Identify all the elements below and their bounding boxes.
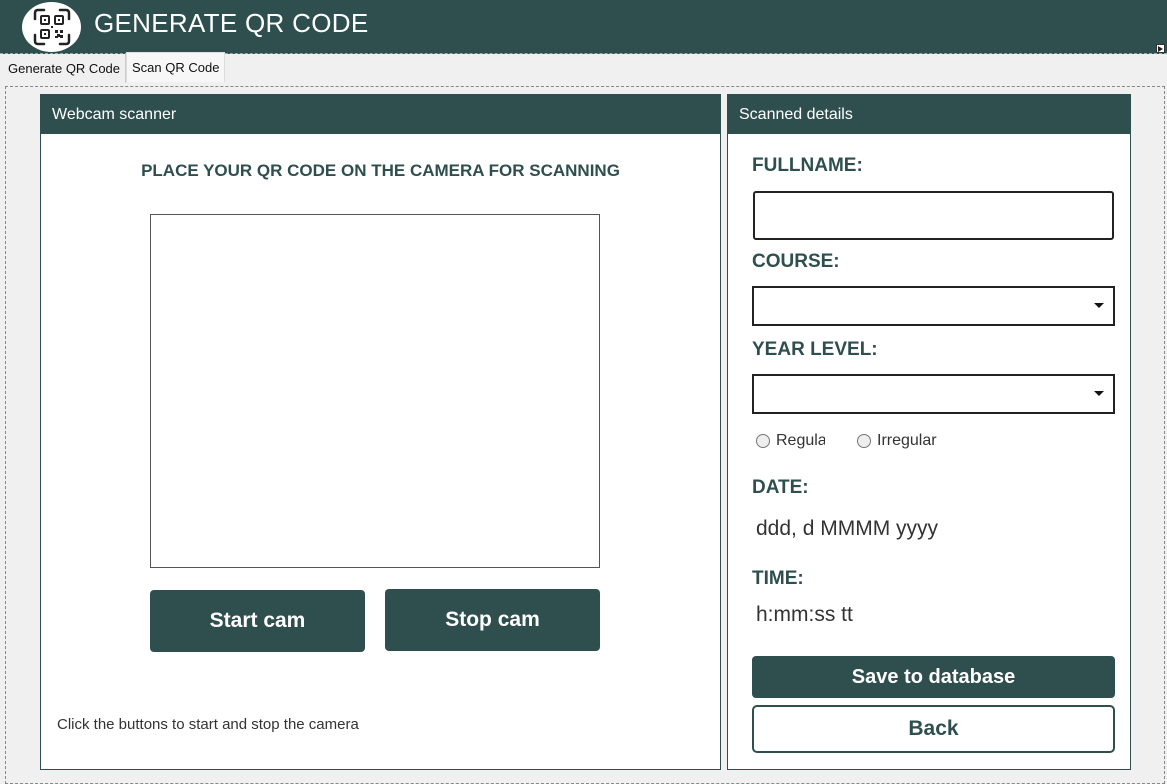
date-label: DATE: [752, 477, 809, 498]
webcam-preview [150, 214, 600, 568]
tab-strip: Generate QR Code Scan QR Code [3, 52, 226, 84]
scroll-right-icon[interactable] [1156, 44, 1165, 53]
camera-hint-text: Click the buttons to start and stop the … [57, 716, 359, 733]
time-value: h:mm:ss tt [756, 603, 853, 626]
webcam-scanner-panel: Webcam scanner PLACE YOUR QR CODE ON THE… [40, 94, 721, 770]
tab-scan-qr-code[interactable]: Scan QR Code [126, 52, 226, 82]
time-label: TIME: [752, 568, 804, 589]
radio-circle-icon [756, 434, 770, 448]
date-value: ddd, d MMMM yyyy [756, 517, 939, 540]
start-cam-button[interactable]: Start cam [150, 590, 365, 652]
tab-generate-qr-code[interactable]: Generate QR Code [3, 54, 127, 83]
webcam-panel-header: Webcam scanner [41, 95, 720, 134]
radio-irregular[interactable]: Irregular [857, 432, 937, 450]
save-to-database-button[interactable]: Save to database [752, 656, 1115, 698]
radio-circle-icon [857, 434, 871, 448]
fullname-field[interactable] [753, 191, 1114, 240]
course-select[interactable] [752, 286, 1115, 326]
chevron-down-icon [1094, 303, 1104, 308]
back-button[interactable]: Back [752, 705, 1115, 753]
title-bar: GENERATE QR CODE [0, 0, 1167, 54]
year-level-select[interactable] [752, 374, 1115, 414]
qr-code-icon [22, 2, 81, 52]
radio-regular-label: Regular [776, 432, 825, 449]
scan-instruction: PLACE YOUR QR CODE ON THE CAMERA FOR SCA… [141, 161, 620, 180]
radio-regular[interactable]: Regular [756, 432, 825, 450]
stop-cam-button[interactable]: Stop cam [385, 589, 600, 651]
scanned-details-panel: Scanned details FULLNAME: COURSE: YEAR L… [727, 94, 1131, 770]
year-level-label: YEAR LEVEL: [752, 339, 878, 360]
app-title: GENERATE QR CODE [94, 8, 369, 38]
fullname-label: FULLNAME: [752, 155, 863, 176]
chevron-down-icon [1094, 391, 1104, 396]
course-label: COURSE: [752, 251, 840, 272]
details-panel-header: Scanned details [728, 95, 1130, 134]
radio-irregular-label: Irregular [877, 432, 937, 449]
